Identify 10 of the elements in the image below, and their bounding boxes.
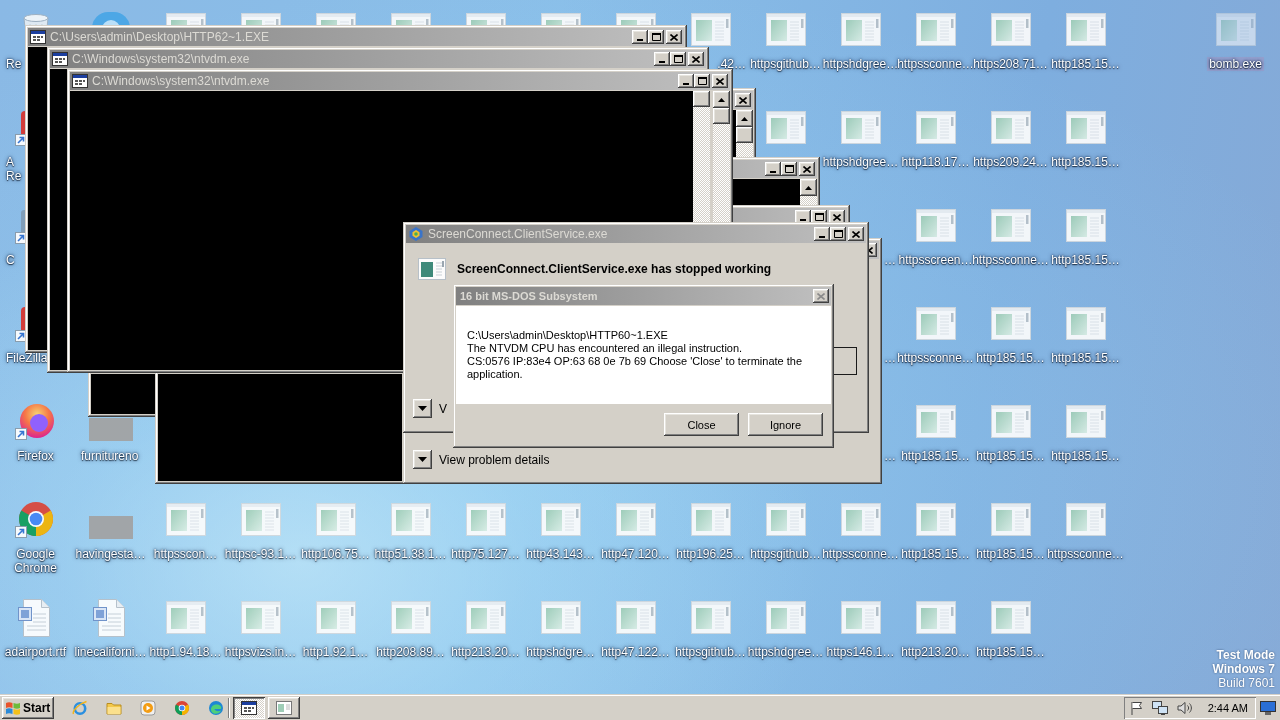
window-title: 16 bit MS-DOS Subsystem (460, 290, 598, 302)
error-message: C:\Users\admin\Desktop\HTTP60~1.EXE The NTVDM CPU has encountered an illegal instruction. CS:0576 IP:83e4 OP:63 68 0e 7b 69 Choose 'Close' to terminate the application. (467, 329, 804, 381)
window-title: C:\Users\admin\Desktop\HTTP62~1.EXE (50, 30, 270, 44)
system-notice: Windows 7 (1212, 662, 1275, 676)
window-title: C:\Windows\system32\ntvdm.exe (72, 52, 250, 66)
window-title: ScreenConnect.ClientService.exe (428, 227, 608, 241)
window-title: C:\Windows\system32\ntvdm.exe (92, 74, 270, 88)
system-notice: Test Mode (1216, 648, 1275, 662)
error-heading: ScreenConnect.ClientService.exe has stopped working (457, 262, 772, 276)
system-notice: Build 7601 (1218, 676, 1275, 690)
